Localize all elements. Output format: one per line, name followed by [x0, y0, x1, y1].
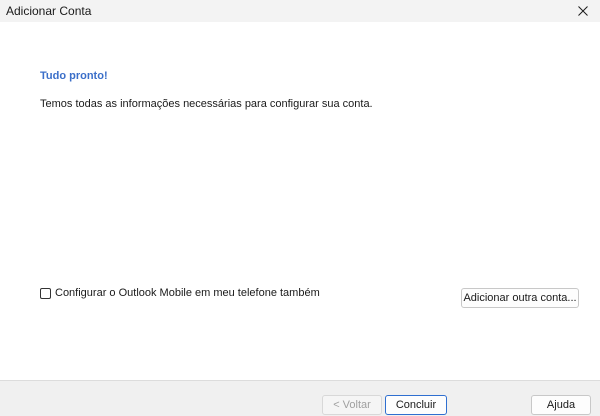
close-button[interactable]	[566, 0, 600, 22]
status-message: Temos todas as informações necessárias p…	[40, 98, 373, 110]
outlook-mobile-option[interactable]: Configurar o Outlook Mobile em meu telef…	[40, 287, 320, 299]
dialog-content: Tudo pronto! Temos todas as informações …	[0, 22, 600, 380]
add-account-dialog: Adicionar Conta Tudo pronto! Temos todas…	[0, 0, 600, 416]
help-button[interactable]: Ajuda	[531, 395, 591, 415]
status-heading: Tudo pronto!	[40, 70, 108, 82]
close-icon	[578, 6, 588, 16]
outlook-mobile-checkbox[interactable]	[40, 287, 51, 299]
outlook-mobile-checkbox-label[interactable]: Configurar o Outlook Mobile em meu telef…	[55, 287, 320, 299]
title-bar: Adicionar Conta	[0, 0, 600, 22]
finish-button[interactable]: Concluir	[385, 395, 447, 415]
window-title: Adicionar Conta	[6, 4, 92, 18]
dialog-footer: < Voltar Concluir Ajuda	[0, 380, 600, 416]
back-button[interactable]: < Voltar	[322, 395, 382, 415]
add-another-account-button[interactable]: Adicionar outra conta...	[461, 288, 579, 308]
